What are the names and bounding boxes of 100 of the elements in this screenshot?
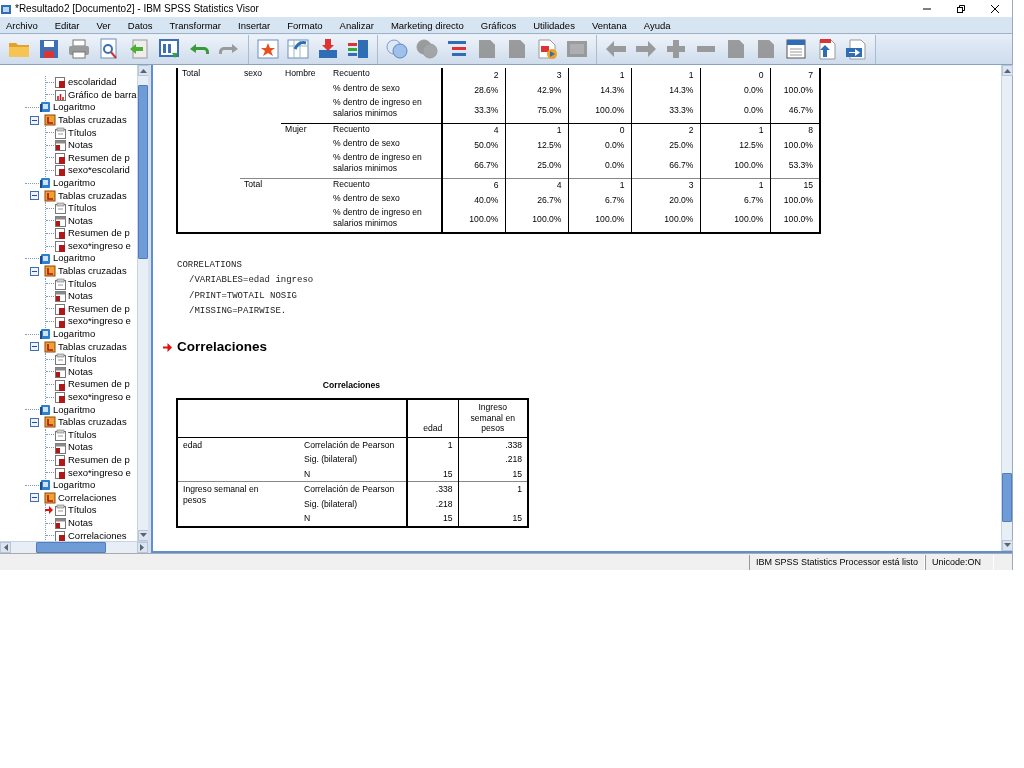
scroll-down-button[interactable] — [1002, 540, 1013, 551]
table-icon — [54, 466, 66, 479]
menu-item[interactable]: Editar — [48, 17, 86, 33]
tree-item[interactable]: sexo*ingreso e — [68, 239, 131, 253]
tree-item[interactable]: Notas — [68, 138, 93, 152]
log-icon — [39, 403, 51, 416]
tree-item[interactable]: Títulos — [68, 201, 97, 215]
tree-item[interactable]: Notas — [68, 214, 93, 228]
tree-item[interactable]: Logaritmo — [53, 403, 96, 417]
tree-item[interactable]: Títulos — [68, 428, 97, 442]
tree-item[interactable]: Títulos — [68, 126, 97, 139]
tree-item[interactable]: Resumen de p — [68, 378, 130, 391]
tree-item[interactable]: Tablas cruzadas — [58, 113, 127, 127]
table-cell: 0 — [568, 123, 631, 138]
scroll-right-button[interactable] — [137, 542, 148, 553]
tree-item[interactable]: Correlaciones — [68, 529, 127, 541]
scrollbar[interactable] — [0, 541, 148, 553]
tree-item[interactable]: Notas — [68, 365, 93, 379]
tree-item[interactable]: sexo*escolarid — [68, 164, 130, 177]
close-icon[interactable] — [990, 3, 1000, 14]
table-cell: N — [299, 511, 407, 527]
scroll-up-button[interactable] — [1002, 65, 1013, 76]
table-icon — [54, 240, 66, 252]
code-line: /PRINT=TWOTAIL NOSIG — [188, 289, 299, 303]
tree-item[interactable]: Logaritmo — [53, 176, 96, 190]
menu-item[interactable]: Ventana — [585, 17, 633, 33]
table-cell: 14.3% — [631, 82, 700, 97]
tree-item[interactable]: Logaritmo — [53, 327, 96, 341]
tree-item[interactable]: Tablas cruzadas — [58, 340, 127, 354]
tree-item[interactable]: sexo*ingreso e — [68, 466, 131, 479]
table-cell: 0.0% — [700, 97, 770, 123]
tree-item[interactable]: Notas — [68, 441, 93, 454]
table-cell: Recuento — [329, 68, 442, 83]
table-cell: 100.0% — [631, 207, 700, 233]
tree-item[interactable]: Notas — [68, 516, 93, 530]
section-heading: Correlaciones — [177, 338, 268, 357]
status-message: IBM SPSS Statistics Processor está listo — [748, 554, 925, 570]
tree-item[interactable]: Títulos — [68, 277, 97, 291]
table-cell: 50.0% — [442, 137, 505, 152]
table-cell: % dentro de ingreso en salarios minimos — [329, 207, 442, 233]
collapse-icon[interactable] — [30, 115, 39, 125]
scrollbar-thumb[interactable] — [138, 85, 148, 259]
tree-item[interactable]: Resumen de p — [68, 227, 130, 240]
collapse-icon[interactable] — [30, 417, 39, 427]
crosstab-icon — [44, 114, 56, 127]
menu-item[interactable]: Archivo — [0, 17, 44, 33]
collapse-icon[interactable] — [30, 266, 39, 276]
table-icon — [54, 378, 66, 391]
tree-item[interactable]: Títulos — [68, 353, 97, 366]
tree-item[interactable]: Logaritmo — [53, 252, 96, 265]
table-cell: N — [299, 466, 407, 482]
menu-item[interactable]: Transformar — [163, 17, 227, 33]
tree-item[interactable]: Resumen de p — [68, 151, 130, 165]
collapse-icon[interactable] — [30, 493, 39, 503]
crosstab-icon — [44, 265, 56, 278]
log-icon — [39, 101, 51, 114]
table-cell: 1 — [631, 68, 700, 83]
table-cell: 6 — [442, 178, 505, 193]
scroll-left-button[interactable] — [0, 542, 11, 553]
tree-item[interactable]: Tablas cruzadas — [58, 416, 127, 429]
tree-item[interactable]: Resumen de p — [68, 302, 130, 316]
tree-item[interactable]: Correlaciones — [58, 491, 117, 505]
tree-item[interactable]: escolaridad — [68, 76, 117, 89]
table-cell: 15 — [458, 466, 528, 482]
scrollbar-thumb[interactable] — [1002, 473, 1012, 522]
tree-item[interactable]: Resumen de p — [68, 453, 130, 467]
menu-item[interactable]: Ayuda — [637, 17, 677, 33]
tree-item[interactable]: Tablas cruzadas — [58, 189, 127, 202]
menu-item[interactable]: Ver — [90, 17, 117, 33]
table-cell: 100.0% — [442, 207, 505, 233]
table-cell: .338 — [458, 437, 528, 453]
tree-item[interactable]: Títulos — [68, 504, 97, 517]
window-title: *Resultado2 [Documento2] - IBM SPSS Statistics Visor — [14, 2, 260, 16]
table-cell: % dentro de ingreso en salarios minimos — [329, 97, 442, 123]
menu-item[interactable]: Utilidades — [527, 17, 581, 33]
scrollbar[interactable] — [1001, 65, 1012, 551]
arrow-icon — [163, 342, 172, 352]
tree-item[interactable]: Gráfico de barra — [68, 88, 137, 102]
scrollbar-thumb[interactable] — [36, 542, 106, 553]
menu-item[interactable]: Marketing directo — [384, 17, 470, 33]
table-icon — [54, 76, 66, 89]
collapse-icon[interactable] — [30, 191, 39, 201]
caret-left-icon — [3, 544, 8, 551]
tree-item[interactable]: Notas — [68, 290, 93, 303]
tree-item[interactable]: sexo*ingreso e — [68, 315, 131, 328]
menu-item[interactable]: Gráficos — [474, 17, 523, 33]
table-cell: 100.0% — [770, 207, 820, 233]
menu-item[interactable]: Formato — [281, 17, 329, 33]
tree-item[interactable]: Logaritmo — [53, 479, 96, 492]
restore-icon[interactable] — [956, 3, 966, 14]
menu-item[interactable]: Analizar — [333, 17, 380, 33]
menu-item[interactable]: Insertar — [232, 17, 277, 33]
menu-item[interactable]: Datos — [121, 17, 159, 33]
tree-item[interactable]: sexo*ingreso e — [68, 390, 131, 404]
table-icon — [54, 303, 66, 315]
table-cell: 8 — [770, 123, 820, 138]
tree-item[interactable]: Tablas cruzadas — [58, 264, 127, 278]
title-icon — [54, 353, 66, 366]
collapse-icon[interactable] — [30, 342, 39, 352]
tree-item[interactable]: Logaritmo — [53, 101, 96, 114]
